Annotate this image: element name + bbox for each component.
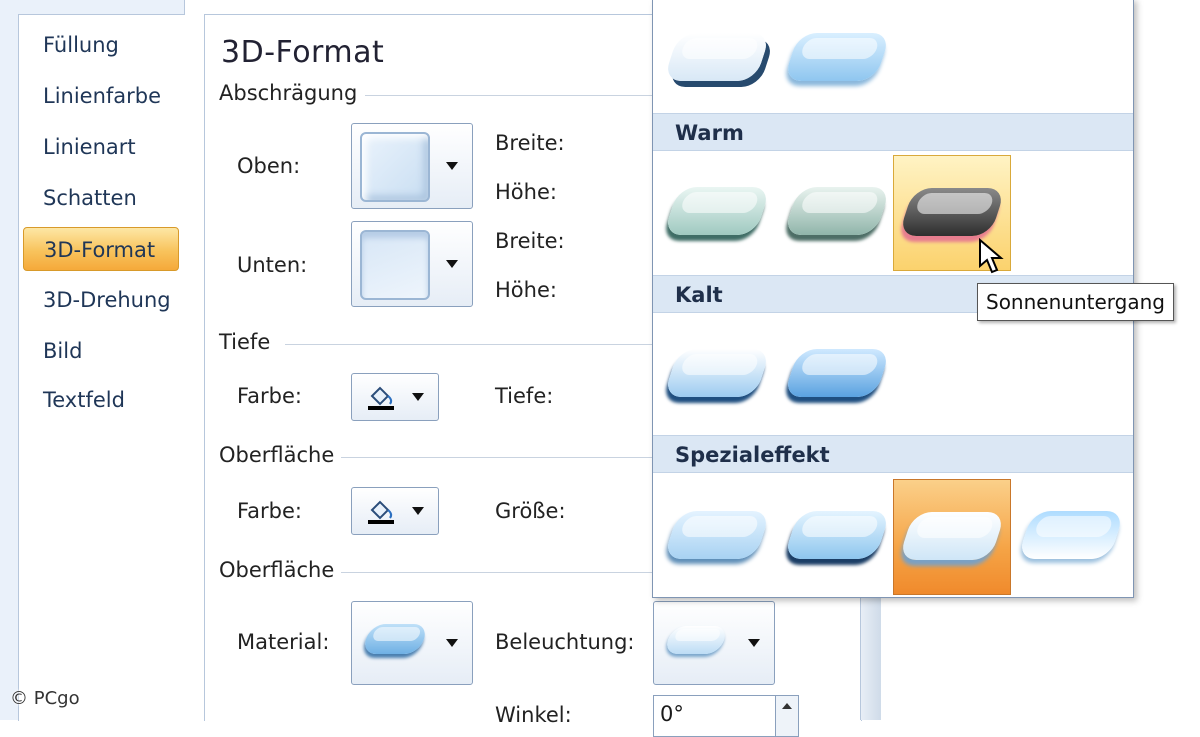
nav-item-line-style[interactable]: Linienart xyxy=(23,125,179,169)
preset-shape-icon xyxy=(783,349,891,397)
category-list: Füllung Linienfarbe Linienart Schatten 3… xyxy=(18,14,185,721)
watermark: © PCgo xyxy=(10,688,80,709)
preset-tile[interactable] xyxy=(659,479,777,595)
preset-tile-selected[interactable] xyxy=(893,479,1011,595)
bevel-top-width-label: Breite: xyxy=(495,131,565,155)
spin-up-icon[interactable] xyxy=(776,696,798,716)
preset-shape-icon xyxy=(1017,511,1125,559)
preset-shape-icon xyxy=(783,187,891,235)
bevel-top-preview-icon xyxy=(360,132,430,202)
depth-amount-label: Tiefe: xyxy=(495,384,554,408)
angle-label: Winkel: xyxy=(495,703,572,727)
nav-item-line-color[interactable]: Linienfarbe xyxy=(23,74,179,118)
preset-shape-icon xyxy=(663,33,771,81)
mouse-pointer-icon xyxy=(979,238,1004,274)
nav-item-shadow[interactable]: Schatten xyxy=(23,176,179,220)
paint-bucket-icon xyxy=(368,386,394,410)
section-heading-depth: Tiefe xyxy=(219,330,271,354)
preset-shape-icon xyxy=(783,511,891,559)
bevel-bottom-width-label: Breite: xyxy=(495,229,565,253)
section-heading-bevel: Abschrägung xyxy=(219,81,358,105)
material-dropdown[interactable] xyxy=(351,601,473,685)
page-title: 3D-Format xyxy=(221,35,385,70)
material-preview-icon xyxy=(361,624,429,654)
chevron-down-icon xyxy=(446,639,458,647)
chevron-down-icon xyxy=(748,639,760,647)
chevron-down-icon xyxy=(446,162,458,170)
contour-color-label: Farbe: xyxy=(237,499,302,523)
lighting-preview-icon xyxy=(663,626,729,654)
depth-color-picker[interactable] xyxy=(351,373,439,421)
sunset-shape-icon xyxy=(898,188,1006,236)
lighting-label: Beleuchtung: xyxy=(495,630,635,654)
chevron-down-icon xyxy=(412,507,424,515)
gallery-section-special: Spezialeffekt xyxy=(653,435,1133,473)
preset-shape-icon xyxy=(663,511,771,559)
chevron-down-icon xyxy=(446,260,458,268)
nav-item-3d-format[interactable]: 3D-Format xyxy=(23,227,179,271)
tooltip: Sonnenuntergang xyxy=(977,283,1174,321)
lighting-dropdown[interactable] xyxy=(653,601,775,685)
contour-size-label: Größe: xyxy=(495,499,566,523)
preset-shape-icon xyxy=(783,33,891,81)
category-sidebar: Füllung Linienfarbe Linienart Schatten 3… xyxy=(0,0,185,721)
bevel-bottom-label: Unten: xyxy=(237,253,308,277)
preset-tile[interactable] xyxy=(659,155,777,271)
bevel-bottom-dropdown[interactable] xyxy=(351,221,473,307)
section-heading-surface: Oberfläche xyxy=(219,558,335,582)
preset-shape-icon xyxy=(663,187,771,235)
preset-tile[interactable] xyxy=(659,1,777,117)
material-label: Material: xyxy=(237,630,330,654)
contour-color-picker[interactable] xyxy=(351,487,439,535)
section-heading-contour: Oberfläche xyxy=(219,443,335,467)
preset-tile[interactable] xyxy=(779,1,897,117)
nav-item-text-box[interactable]: Textfeld xyxy=(23,378,179,422)
bevel-top-label: Oben: xyxy=(237,154,301,178)
bevel-top-height-label: Höhe: xyxy=(495,180,557,204)
preset-tile[interactable] xyxy=(779,155,897,271)
nav-item-picture[interactable]: Bild xyxy=(23,329,179,373)
bevel-top-dropdown[interactable] xyxy=(351,123,473,209)
preset-tile[interactable] xyxy=(659,317,777,433)
bevel-bottom-preview-icon xyxy=(360,230,430,300)
angle-spinner[interactable]: 0° xyxy=(653,695,799,737)
gallery-section-warm: Warm xyxy=(653,113,1133,151)
bevel-bottom-height-label: Höhe: xyxy=(495,278,557,302)
nav-item-3d-rotation[interactable]: 3D-Drehung xyxy=(23,278,179,322)
preset-shape-icon xyxy=(663,349,771,397)
chevron-down-icon xyxy=(412,393,424,401)
nav-item-fill[interactable]: Füllung xyxy=(23,23,179,67)
paint-bucket-icon xyxy=(368,500,394,524)
preset-tile[interactable] xyxy=(1013,479,1131,595)
depth-color-label: Farbe: xyxy=(237,384,302,408)
preset-tile[interactable] xyxy=(779,317,897,433)
spinner-buttons[interactable] xyxy=(775,696,798,736)
preset-tile[interactable] xyxy=(779,479,897,595)
preset-shape-icon xyxy=(898,512,1006,560)
angle-value: 0° xyxy=(660,702,684,726)
